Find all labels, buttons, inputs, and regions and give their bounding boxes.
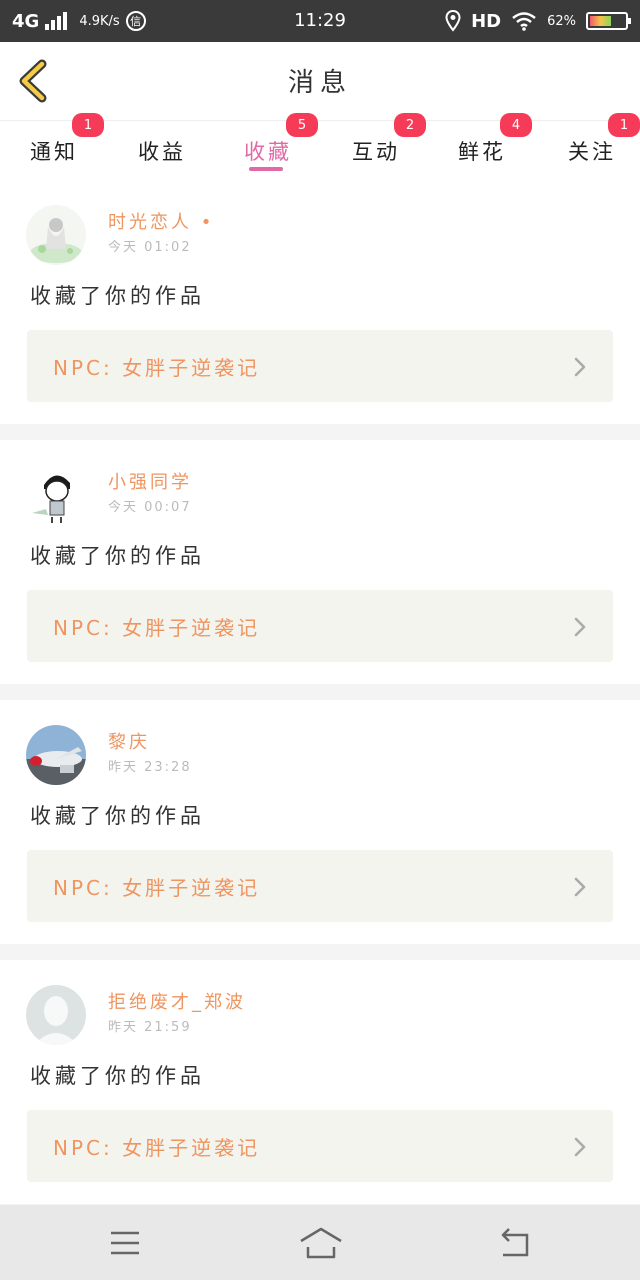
message-time: 今天 00:07 — [108, 500, 192, 515]
active-tab-indicator — [249, 167, 283, 171]
menu-icon[interactable] — [105, 1223, 145, 1263]
message-time: 昨天 21:59 — [108, 1020, 192, 1035]
message-text: 收藏了你的作品 — [30, 284, 205, 308]
message-text: 收藏了你的作品 — [30, 804, 205, 828]
work-title: NPC: 女胖子逆袭记 — [53, 356, 261, 380]
work-link[interactable]: NPC: 女胖子逆袭记 — [27, 850, 613, 922]
battery-icon — [586, 12, 631, 30]
avatar[interactable] — [26, 205, 86, 265]
avatar-image — [26, 465, 86, 525]
hd-indicator: HD — [471, 10, 502, 32]
tab-earnings[interactable]: 收益 — [130, 121, 194, 181]
back-arrow-icon[interactable] — [495, 1223, 535, 1263]
tab-following-badge: 1 — [608, 113, 640, 137]
username[interactable]: 黎庆 — [108, 728, 150, 754]
avatar[interactable] — [26, 725, 86, 785]
message-card: 拒绝废才_郑波 昨天 21:59 收藏了你的作品 NPC: 女胖子逆袭记 — [0, 960, 640, 1204]
status-right: HD 62% — [445, 0, 631, 42]
home-icon[interactable] — [298, 1223, 344, 1263]
tab-interaction-badge: 2 — [394, 113, 426, 137]
username[interactable]: 拒绝废才_郑波 — [108, 988, 246, 1014]
battery-percent: 62% — [547, 13, 576, 29]
username[interactable]: 时光恋人 • — [108, 208, 214, 234]
work-link[interactable]: NPC: 女胖子逆袭记 — [27, 1110, 613, 1182]
message-time: 今天 01:02 — [108, 240, 192, 255]
work-link[interactable]: NPC: 女胖子逆袭记 — [27, 330, 613, 402]
system-nav-bar — [0, 1205, 640, 1280]
message-text: 收藏了你的作品 — [30, 544, 205, 568]
avatar[interactable] — [26, 985, 86, 1045]
tab-favorites-badge: 5 — [286, 113, 318, 137]
message-time: 昨天 23:28 — [108, 760, 192, 775]
chevron-right-icon — [574, 617, 586, 637]
wifi-icon — [512, 12, 536, 31]
message-card: 小强同学 今天 00:07 收藏了你的作品 NPC: 女胖子逆袭记 — [0, 440, 640, 684]
work-title: NPC: 女胖子逆袭记 — [53, 876, 261, 900]
work-link[interactable]: NPC: 女胖子逆袭记 — [27, 590, 613, 662]
message-card: 黎庆 昨天 23:28 收藏了你的作品 NPC: 女胖子逆袭记 — [0, 700, 640, 944]
chevron-right-icon — [574, 877, 586, 897]
work-title: NPC: 女胖子逆袭记 — [53, 616, 261, 640]
status-bar: 4G 4.9K/s 信 11:29 HD 62% — [0, 0, 640, 42]
tab-bar: 通知 1 收益 收藏 5 互动 2 鲜花 4 关注 1 — [0, 113, 640, 181]
location-icon — [445, 10, 461, 32]
message-text: 收藏了你的作品 — [30, 1064, 205, 1088]
tab-flowers-badge: 4 — [500, 113, 532, 137]
chevron-right-icon — [574, 357, 586, 377]
work-title: NPC: 女胖子逆袭记 — [53, 1136, 261, 1160]
page-title: 消息 — [287, 68, 352, 98]
avatar-image — [26, 205, 86, 265]
tab-notice-badge: 1 — [72, 113, 104, 137]
avatar-image — [26, 725, 86, 785]
default-avatar-icon — [26, 985, 86, 1045]
message-card: 时光恋人 • 今天 01:02 收藏了你的作品 NPC: 女胖子逆袭记 — [0, 180, 640, 424]
header: 消息 — [0, 42, 640, 120]
battery-fill — [590, 16, 612, 26]
avatar[interactable] — [26, 465, 86, 525]
username[interactable]: 小强同学 — [108, 468, 192, 494]
chevron-right-icon — [574, 1137, 586, 1157]
